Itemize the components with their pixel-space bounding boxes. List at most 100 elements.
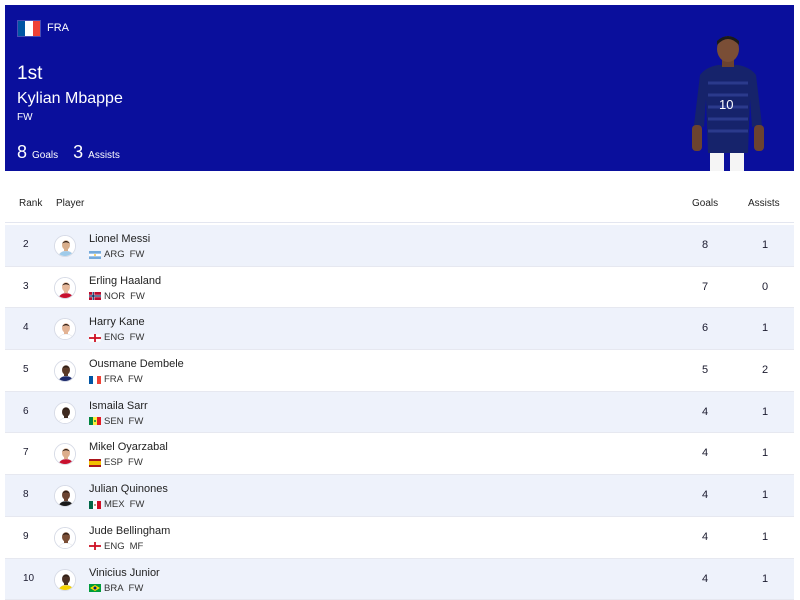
country-flag-icon [89,292,101,301]
country-code: ENG [104,332,125,344]
country-code: ESP [104,457,124,469]
country-flag-icon [89,458,101,467]
row-rank: 3 [23,280,29,292]
assists-value: 1 [761,530,769,543]
table-row[interactable]: 10 Vinicius Junior BRA FW 4 1 [5,558,794,600]
player-avatar [54,485,76,508]
player-avatar [54,360,76,383]
goals-value: 4 [701,530,709,543]
player-meta: MEX FW [89,499,144,510]
row-rank: 9 [23,530,29,542]
player-position: FW [128,415,144,427]
player-meta: BRA FW [89,583,143,594]
player-avatar [54,568,76,591]
player-avatar [54,443,76,466]
assists-value: 2 [761,364,769,377]
scorers-table: 2 Lionel Messi ARG FW 8 1 3 Erling Haala… [5,225,794,600]
goals-value: 4 [701,405,709,418]
country-flag-icon [89,584,101,592]
row-rank: 6 [23,405,29,417]
table-row[interactable]: 2 Lionel Messi ARG FW 8 1 [5,225,794,267]
leader-country-code: FRA [47,22,69,34]
country-code: ARG [104,249,125,260]
row-rank: 8 [23,489,29,501]
header-goals[interactable]: Goals [692,198,718,209]
player-meta: ESP FW [89,457,143,468]
leader-name[interactable]: Kylian Mbappe [17,90,123,108]
leader-card[interactable]: FRA 1st Kylian Mbappe FW 8 Goals 3 Assis… [5,5,794,171]
country-code: BRA [104,582,124,594]
assists-value: 0 [761,280,769,293]
goals-value: 4 [701,447,709,460]
country-code: FRA [104,374,123,386]
table-row[interactable]: 7 Mikel Oyarzabal ESP FW 4 1 [5,433,794,476]
player-name[interactable]: Ismaila Sarr [89,400,148,412]
header-assists[interactable]: Assists [748,198,780,209]
row-rank: 7 [23,447,29,459]
player-position: FW [128,374,143,386]
player-meta: FRA FW [89,374,143,385]
table-row[interactable]: 8 Julian Quinones MEX FW 4 1 [5,475,794,517]
player-name[interactable]: Vinicius Junior [89,567,160,579]
row-rank: 10 [23,572,35,584]
assists-value: 1 [761,489,769,502]
player-name[interactable]: Erling Haaland [89,275,161,287]
header-player[interactable]: Player [56,198,84,209]
table-header: Rank Player Goals Assists [5,181,794,223]
assists-value: 1 [761,239,769,251]
table-row[interactable]: 3 Erling Haaland NOR FW 7 0 [5,266,794,309]
country-flag-icon [89,250,101,259]
player-name[interactable]: Jude Bellingham [89,525,170,537]
country-flag-icon [89,417,101,426]
row-rank: 2 [23,239,29,250]
leader-stats: 8 Goals 3 Assists [17,142,135,163]
table-row[interactable]: 6 Ismaila Sarr SEN FW 4 1 [5,391,794,434]
player-position: FW [128,457,143,469]
player-meta: ARG FW [89,249,144,260]
player-position: MF [129,540,144,552]
table-row[interactable]: 5 Ousmane Dembele FRA FW 5 2 [5,350,794,392]
assists-value: 1 [761,447,769,460]
player-avatar [54,235,76,257]
assists-value: 1 [761,322,769,335]
shirt-number: 10 [719,97,733,112]
goals-value: 4 [701,572,709,585]
player-meta: SEN FW [89,416,143,427]
goals-value: 6 [701,322,709,335]
player-position: FW [128,582,144,594]
goals-value: 7 [701,280,709,293]
row-rank: 4 [23,322,29,334]
player-name[interactable]: Mikel Oyarzabal [89,441,168,453]
header-rank[interactable]: Rank [19,198,42,209]
goals-value: 4 [701,489,709,502]
player-name[interactable]: Ousmane Dembele [89,358,184,370]
country-flag-icon [89,333,101,342]
country-flag-icon [89,500,101,509]
player-name[interactable]: Lionel Messi [89,233,150,245]
row-rank: 5 [23,364,29,376]
country-code: ENG [104,540,125,552]
leader-rank: 1st [17,63,43,84]
player-avatar [54,318,76,341]
player-meta: ENG FW [89,332,144,343]
player-position: FW [129,249,145,260]
country-code: SEN [104,415,124,427]
player-position: FW [129,332,145,344]
assists-value: 1 [761,405,769,418]
goals-value: 8 [701,239,709,251]
table-row[interactable]: 4 Harry Kane ENG FW 6 1 [5,308,794,351]
player-name[interactable]: Harry Kane [89,316,145,328]
player-name[interactable]: Julian Quinones [89,483,168,495]
country-code: NOR [104,290,126,302]
country-flag-icon [89,542,101,551]
goals-value: 5 [701,364,709,377]
player-meta: NOR FW [89,291,145,302]
country-flag-icon [89,375,101,384]
country-code: MEX [104,499,125,511]
player-avatar [54,401,76,424]
player-position: FW [130,290,145,302]
table-row[interactable]: 9 Jude Bellingham ENG MF 4 1 [5,516,794,559]
leader-assists: 3 [73,142,84,162]
leader-position: FW [17,112,33,123]
player-position: FW [129,499,145,511]
